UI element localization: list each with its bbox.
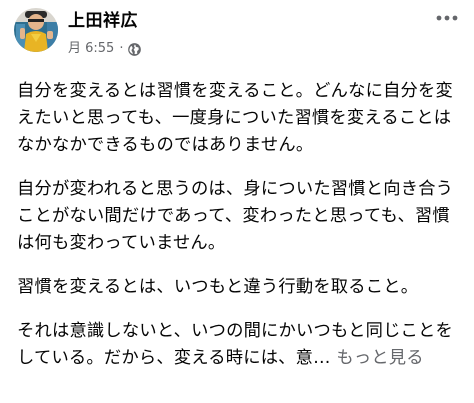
- meta-separator: ·: [119, 41, 124, 56]
- see-more-link[interactable]: もっと見る: [336, 348, 423, 368]
- post-body: 自分を変えるとは習慣を変えること。どんなに自分を変えたいと思っても、一度身につい…: [17, 78, 465, 389]
- post-paragraph-4: それは意識しないと、いつの間にかいつもと同じことをしている。だから、変える時には…: [17, 318, 465, 372]
- globe-icon[interactable]: [128, 42, 142, 56]
- post-meta: 月 6:55 ·: [68, 41, 142, 57]
- post-header: 上田祥広 月 6:55 ·: [0, 0, 474, 66]
- more-horizontal-icon: [436, 15, 458, 21]
- post-timestamp[interactable]: 月 6:55: [68, 41, 114, 57]
- more-options-button[interactable]: [432, 8, 462, 28]
- post-paragraph-2: 自分が変われると思うのは、身についた習慣と向き合うことがない間だけであって、変わ…: [17, 179, 454, 253]
- author-avatar[interactable]: [14, 8, 58, 52]
- post-paragraph-1: 自分を変えるとは習慣を変えること。どんなに自分を変えたいと思っても、一度身につい…: [17, 81, 453, 155]
- post-paragraph-3: 習慣を変えるとは、いつもと違う行動を取ること。: [17, 277, 419, 297]
- author-name[interactable]: 上田祥広: [68, 11, 138, 31]
